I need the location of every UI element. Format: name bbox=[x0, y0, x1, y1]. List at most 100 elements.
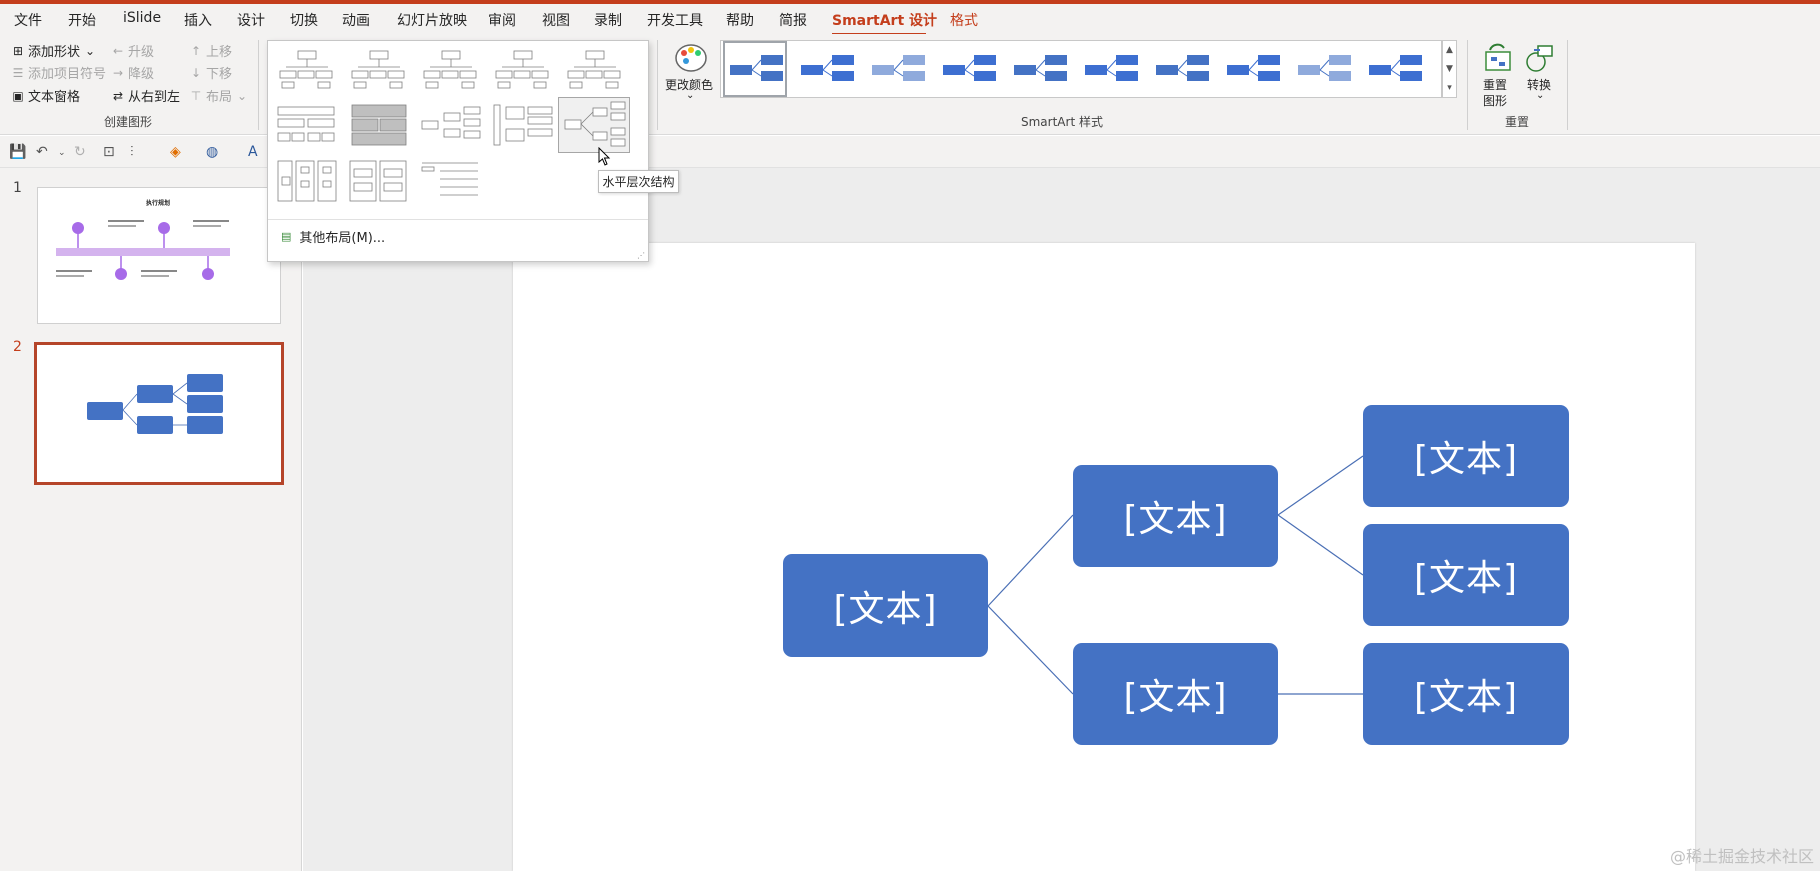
layout-hierarchy-list[interactable] bbox=[274, 157, 340, 205]
layout-table-hierarchy[interactable] bbox=[346, 101, 412, 149]
add-shape-button[interactable]: ⊞ 添加形状 ⌄ bbox=[11, 41, 97, 61]
layout-thumb-box bbox=[353, 81, 367, 89]
smartart-layout-dropdown: ▤ 其他布局(M)... ⋰ bbox=[267, 40, 649, 262]
smartart-node-level3[interactable]: [文本] bbox=[1363, 524, 1569, 626]
ribbon-tabs: 文件 开始 iSlide 插入 设计 切换 动画 幻灯片放映 审阅 视图 录制 … bbox=[0, 4, 1820, 36]
tab-slideshow[interactable]: 幻灯片放映 bbox=[397, 10, 467, 30]
tab-islide[interactable]: iSlide bbox=[123, 10, 161, 26]
change-colors-button[interactable]: 更改颜色 ⌄ bbox=[665, 40, 715, 102]
tab-home[interactable]: 开始 bbox=[68, 10, 96, 30]
chevron-down-icon[interactable]: ⌄ bbox=[58, 148, 66, 158]
layout-thumb-box bbox=[277, 132, 291, 142]
bullet-list-icon: ☰ bbox=[12, 65, 24, 80]
redo-icon[interactable]: ↻ bbox=[74, 144, 86, 160]
tab-review[interactable]: 审阅 bbox=[488, 10, 516, 30]
layout-horizontal-multi-level[interactable] bbox=[490, 101, 556, 149]
layout-thumb-box bbox=[527, 128, 553, 137]
ribbon-separator bbox=[1467, 40, 1468, 130]
expand-gallery-icon[interactable]: ▾ bbox=[1443, 79, 1456, 98]
layout-text-list[interactable] bbox=[418, 157, 484, 205]
style-thumb-child bbox=[1045, 55, 1067, 65]
style-thumb-connector bbox=[1390, 69, 1401, 77]
style-thumb-child bbox=[974, 55, 996, 65]
style-thumb-child bbox=[1329, 71, 1351, 81]
style-thumb-child bbox=[1258, 55, 1280, 65]
layout-thumb-box bbox=[463, 106, 481, 115]
layout-circle-picture-hierarchy[interactable] bbox=[490, 45, 556, 93]
layout-tooltip: 水平层次结构 bbox=[598, 170, 679, 193]
gallery-scroll[interactable]: ▲ ▼ ▾ bbox=[1442, 40, 1457, 98]
slide-thumbnail-2[interactable] bbox=[34, 342, 284, 485]
tab-help[interactable]: 帮助 bbox=[726, 10, 754, 30]
layout-picture-org-chart[interactable] bbox=[562, 45, 628, 93]
arrow-right-icon: → bbox=[112, 65, 124, 80]
layout-thumb-box bbox=[277, 106, 335, 116]
style-thumb-connector bbox=[751, 69, 762, 77]
style-thumb-child bbox=[1187, 55, 1209, 65]
demote-button[interactable]: → 降级 bbox=[111, 63, 154, 83]
tab-view[interactable]: 视图 bbox=[542, 10, 570, 30]
shapes-icon[interactable]: ◍ bbox=[206, 144, 218, 160]
tab-briefing[interactable]: 简报 bbox=[779, 10, 807, 30]
tab-file[interactable]: 文件 bbox=[14, 10, 42, 30]
smartart-node-root[interactable]: [文本] bbox=[783, 554, 988, 657]
tab-smartart-design[interactable]: SmartArt 设计 bbox=[832, 10, 937, 30]
smartart-styles-gallery[interactable] bbox=[720, 40, 1442, 98]
chevron-up-icon[interactable]: ▲ bbox=[1443, 41, 1456, 60]
layout-thumb-box bbox=[387, 70, 405, 79]
move-up-button[interactable]: ↑ 上移 bbox=[189, 41, 232, 61]
tab-transitions[interactable]: 切换 bbox=[290, 10, 318, 30]
tab-design[interactable]: 设计 bbox=[237, 10, 265, 30]
present-icon[interactable]: ⊡ bbox=[103, 144, 115, 160]
smartart-node-level2[interactable]: [文本] bbox=[1073, 643, 1278, 745]
thumb-node bbox=[187, 416, 223, 434]
layout-thumb-box bbox=[351, 104, 407, 118]
text-box-icon[interactable]: A bbox=[248, 144, 258, 160]
add-bullet-button[interactable]: ☰ 添加项目符号 bbox=[11, 63, 106, 83]
layout-organization-chart[interactable] bbox=[274, 45, 340, 93]
chevron-down-icon[interactable]: ▼ bbox=[1443, 60, 1456, 79]
tab-animations[interactable]: 动画 bbox=[342, 10, 370, 30]
more-layouts-menu-item[interactable]: ▤ 其他布局(M)... bbox=[281, 227, 385, 246]
tab-format[interactable]: 格式 bbox=[950, 10, 978, 30]
reset-graphic-button[interactable]: 重置 图形 bbox=[1478, 40, 1518, 108]
thumb-text-line bbox=[56, 270, 92, 272]
promote-button[interactable]: ← 升级 bbox=[111, 41, 154, 61]
style-thumb-child bbox=[1045, 71, 1067, 81]
text-pane-button[interactable]: ▣ 文本窗格 bbox=[11, 86, 80, 106]
layout-half-circle-org-chart[interactable] bbox=[418, 45, 484, 93]
tab-developer[interactable]: 开发工具 bbox=[647, 10, 703, 30]
resize-grip-icon[interactable]: ⋰ bbox=[637, 251, 645, 260]
chevron-down-icon: ⌄ bbox=[236, 88, 248, 103]
chevron-down-icon: ⌄ bbox=[1536, 90, 1545, 101]
smartart-node-level2[interactable]: [文本] bbox=[1073, 465, 1278, 567]
layout-button[interactable]: ⊤ 布局 ⌄ bbox=[189, 86, 249, 106]
style-thumb-connector bbox=[893, 59, 904, 71]
convert-button[interactable]: 转换 ⌄ bbox=[1522, 40, 1558, 106]
layout-thumb-box bbox=[603, 70, 621, 79]
timeline-band bbox=[56, 248, 230, 256]
layout-thumb-box bbox=[353, 168, 373, 178]
layout-name-title-org-chart[interactable] bbox=[346, 45, 412, 93]
style-thumb-connector bbox=[1035, 69, 1046, 77]
smartart-node-level3[interactable]: [文本] bbox=[1363, 405, 1569, 507]
undo-icon[interactable]: ↶ bbox=[36, 144, 48, 160]
tab-record[interactable]: 录制 bbox=[594, 10, 622, 30]
align-icon[interactable]: ⫶ bbox=[130, 144, 134, 160]
layout-labeled-hierarchy[interactable] bbox=[418, 101, 484, 149]
save-icon[interactable]: 💾 bbox=[9, 144, 26, 160]
fill-color-icon[interactable]: ◈ bbox=[170, 144, 181, 160]
style-thumb-connector bbox=[1106, 69, 1117, 77]
layout-thumb-box bbox=[300, 180, 310, 188]
layout-hierarchy[interactable] bbox=[274, 101, 340, 149]
layout-thumb-box bbox=[459, 70, 477, 79]
right-to-left-button[interactable]: ⇄ 从右到左 bbox=[111, 86, 180, 106]
style-thumb-connector bbox=[822, 69, 833, 77]
layout-thumb-box bbox=[610, 138, 626, 147]
layout-horizontal-hierarchy[interactable] bbox=[558, 97, 630, 153]
move-down-button[interactable]: ↓ 下移 bbox=[189, 63, 232, 83]
slide-thumbnail-1[interactable]: 执行规划 bbox=[37, 187, 281, 324]
smartart-node-level3[interactable]: [文本] bbox=[1363, 643, 1569, 745]
layout-lined-list[interactable] bbox=[346, 157, 412, 205]
tab-insert[interactable]: 插入 bbox=[184, 10, 212, 30]
